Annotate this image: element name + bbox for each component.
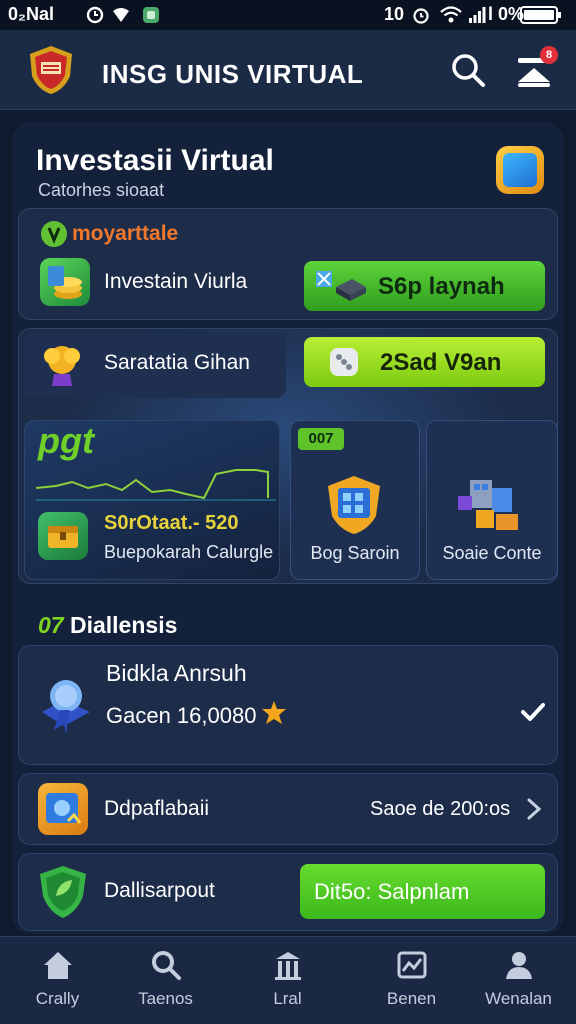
offer-title: Bidkla Anrsuh [106,660,247,686]
stat-value: S0rOtaat.- 520 [104,512,239,534]
building-icon [275,952,301,980]
nav-label: Lral [273,989,302,1008]
app-title: INSG UNIS VIRTUAL [102,59,364,89]
status-time: 10 [384,4,405,24]
spark-icon [262,701,286,724]
detail-row-label: Ddpaflabaii [104,797,210,820]
shield-leaf-icon [40,866,86,918]
battery-percent: l 0% [488,4,525,24]
chart-tag: pgt [38,420,94,461]
search-button[interactable] [448,50,488,90]
sync-icon [86,6,104,24]
page-subtitle: Catorhes sioaat [38,180,165,200]
nav-label: Crally [35,989,80,1008]
check-icon[interactable] [521,702,545,722]
nav-item-profile[interactable]: Wenalan [461,937,576,1024]
nav-item-home[interactable]: Crally [0,937,115,1024]
search-icon [452,54,485,87]
coins-icon [40,258,90,306]
search-icon [152,951,181,980]
price-line [36,469,276,501]
notification-badge: 8 [540,46,558,64]
offer-amount: Gacen 16,0080 [106,703,257,728]
detail-row-value: Saoe de 200:os [370,798,511,820]
wifi-icon [440,6,462,23]
bottom-navigation: Crally Taenos Lral Benen Wenalan [0,936,576,1024]
notifications-button[interactable]: 8 [514,46,558,90]
alarm-icon [413,8,429,24]
dice-icon [330,348,358,376]
stat-label: Buepokarah Calurgle [104,542,274,562]
leaf-icon [41,221,67,247]
nav-label: Wenalan [485,989,552,1008]
market-item-label: Saratatia Gihan [104,351,250,374]
section-header: 07 Diallensis [38,612,177,639]
status-carrier: 0₂Nal [8,4,55,24]
shield-chip-icon [328,476,380,534]
app-notification-icon [143,7,159,23]
chart-icon [397,951,427,979]
primary-action-button[interactable]: Dit5o: Salpnlam [300,864,545,919]
vault-icon [38,783,88,835]
home-icon [44,952,72,979]
offer-card[interactable] [18,645,558,765]
action-card-label: Dallisarpout [104,879,215,902]
investment-label: Investain Viurla [104,270,248,293]
chip-icon [316,271,366,301]
open-investment-button[interactable]: S6p laynah [304,261,545,311]
asset-tile-1-badge: 007 [298,428,344,450]
market-action-button[interactable]: 2Sad V9an [304,337,545,387]
nav-label: Taenos [138,989,193,1008]
award-icon [42,680,90,734]
nav-item-building[interactable]: Lral [230,937,345,1024]
battery-icon [520,6,561,24]
shield-logo-icon [30,46,72,94]
primary-action-label: Dit5o: Salpnlam [314,879,470,904]
building-blocks-icon [458,480,518,530]
open-investment-label: S6p laynah [378,273,505,300]
asset-tile-2-label: Soaie Conte [442,543,542,563]
section-title: Diallensis [69,612,178,638]
treasure-chest-icon [38,512,88,560]
signal-icon [469,7,486,23]
status-bar: 0₂Nal 10 l 0% [0,0,576,30]
chevron-right-icon [527,798,542,820]
app-header: INSG UNIS VIRTUAL 8 [0,30,576,110]
location-icon [113,8,129,22]
wallet-badge-icon[interactable] [496,146,544,194]
nav-item-chart[interactable]: Benen [354,937,469,1024]
nav-label: Benen [386,989,437,1008]
asset-tile-1-label: Bog Saroin [310,543,400,563]
market-action-label: 2Sad V9an [380,349,502,376]
page-title: Investasii Virtual [36,144,274,177]
section-number: 07 [38,612,64,638]
category-tag: moyarttale [72,222,179,245]
trophy-icon [44,346,80,386]
user-icon [506,952,532,979]
nav-item-search[interactable]: Taenos [108,937,223,1024]
